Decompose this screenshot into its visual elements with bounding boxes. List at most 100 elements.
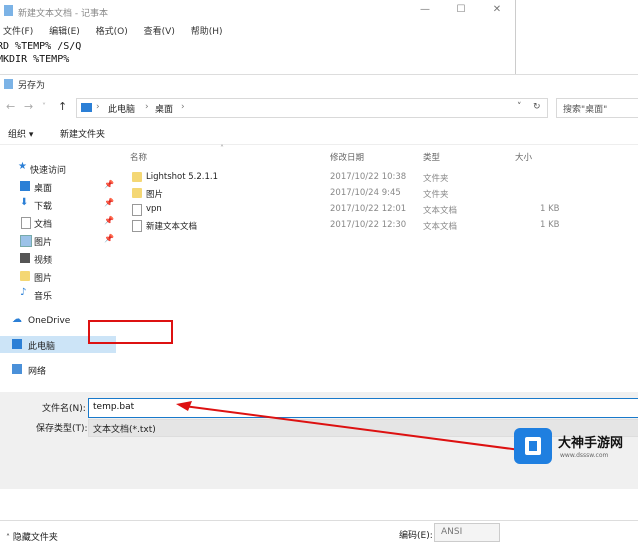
- file-type: 文件夹: [423, 174, 449, 184]
- file-type: 文本文档: [423, 222, 458, 232]
- nav-label: 桌面: [34, 184, 53, 194]
- chevron-down-icon[interactable]: ˅: [42, 102, 46, 111]
- cloud-icon: ☁: [12, 314, 22, 325]
- hide-folders-label: 隐藏文件夹: [12, 533, 58, 543]
- dialog-titlebar: 另存为: [0, 74, 638, 93]
- breadcrumb-desktop[interactable]: 桌面: [155, 102, 173, 115]
- notepad-window: 新建文本文档 - 记事本 — ☐ ✕ 文件(F) 编辑(E) 格式(O) 查看(…: [0, 0, 516, 74]
- chevron-up-icon: ˄: [6, 533, 10, 542]
- back-icon[interactable]: ←: [6, 100, 15, 113]
- nav-downloads[interactable]: ⬇ 下载 📌: [0, 196, 116, 213]
- nav-label: 音乐: [34, 292, 53, 302]
- new-folder-button[interactable]: 新建文件夹: [60, 127, 105, 140]
- encoding-select[interactable]: ANSI: [434, 523, 500, 542]
- desktop-icon: [20, 181, 30, 191]
- breadcrumb-this-pc[interactable]: 此电脑: [108, 102, 135, 115]
- file-date: 2017/10/24 9:45: [330, 188, 401, 198]
- file-size: 1 KB: [540, 204, 560, 214]
- encoding-value: ANSI: [441, 527, 463, 537]
- nav-pictures[interactable]: 图片 📌: [0, 232, 116, 249]
- nav-label: 文档: [34, 220, 53, 230]
- file-type: 文本文档: [423, 206, 458, 216]
- nav-label: 网络: [28, 367, 47, 377]
- file-name: 图片: [146, 190, 164, 200]
- divider: [0, 520, 638, 521]
- nav-documents[interactable]: 文档 📌: [0, 214, 116, 231]
- nav-label: 此电脑: [28, 342, 56, 352]
- notepad-icon: [4, 5, 13, 16]
- forward-icon[interactable]: →: [24, 100, 33, 113]
- filename-value: temp.bat: [93, 402, 135, 412]
- highlight-box: [88, 320, 173, 344]
- column-size[interactable]: 大小: [515, 151, 532, 163]
- search-placeholder: 搜索"桌面": [563, 105, 608, 115]
- pin-icon: 📌: [104, 198, 114, 207]
- address-row: ← → ˅ ↑ › 此电脑 › 桌面 › ˅ ↻ 搜索"桌面": [0, 94, 638, 120]
- file-date: 2017/10/22 12:01: [330, 204, 407, 214]
- up-icon[interactable]: ↑: [58, 100, 67, 113]
- watermark-text: 大神手游网: [558, 436, 624, 451]
- file-row[interactable]: Lightshot 5.2.1.1 2017/10/22 10:38 文件夹: [130, 170, 630, 186]
- watermark-logo: [514, 428, 552, 464]
- video-icon: [20, 253, 30, 263]
- menu-help[interactable]: 帮助(H): [191, 27, 223, 37]
- nav-network[interactable]: 网络: [0, 361, 116, 378]
- hide-folders-button[interactable]: ˄ 隐藏文件夹: [6, 530, 58, 543]
- file-date: 2017/10/22 10:38: [330, 172, 407, 182]
- maximize-icon[interactable]: ☐: [450, 4, 472, 18]
- search-box[interactable]: 搜索"桌面": [556, 98, 638, 118]
- folder-icon: [20, 271, 30, 281]
- document-icon: [132, 220, 142, 232]
- file-list: 名称 ˄ 修改日期 类型 大小 Lightshot 5.2.1.1 2017/1…: [122, 144, 638, 382]
- address-bar[interactable]: › 此电脑 › 桌面 › ˅ ↻: [76, 98, 548, 118]
- nav-videos[interactable]: 视频: [0, 250, 116, 267]
- nav-desktop[interactable]: 桌面 📌: [0, 178, 116, 195]
- refresh-icon[interactable]: ↻: [533, 102, 541, 112]
- minimize-icon[interactable]: —: [414, 4, 436, 18]
- nav-quick-access[interactable]: ★ 快速访问: [0, 160, 116, 177]
- filetype-label: 保存类型(T):: [36, 424, 88, 434]
- pin-icon: 📌: [104, 216, 114, 225]
- menu-edit[interactable]: 编辑(E): [49, 27, 80, 37]
- menu-file[interactable]: 文件(F): [3, 27, 33, 37]
- notepad-title: 新建文本文档 - 记事本: [18, 9, 108, 19]
- notepad-menubar: 文件(F) 编辑(E) 格式(O) 查看(V) 帮助(H): [0, 24, 233, 38]
- file-name: vpn: [146, 204, 162, 214]
- filename-label: 文件名(N):: [42, 404, 86, 414]
- notepad-titlebar: 新建文本文档 - 记事本 — ☐ ✕: [0, 0, 515, 22]
- computer-icon: [12, 339, 22, 349]
- nav-label: 下载: [34, 202, 53, 212]
- dropdown-icon[interactable]: ˅: [517, 102, 522, 112]
- nav-label: OneDrive: [28, 316, 71, 326]
- nav-pictures-folder[interactable]: 图片: [0, 268, 116, 285]
- column-type[interactable]: 类型: [423, 151, 440, 163]
- file-name: Lightshot 5.2.1.1: [146, 172, 219, 182]
- filetype-value: 文本文档(*.txt): [93, 425, 156, 435]
- notepad-icon: [4, 79, 13, 89]
- watermark: 大神手游网 www.dsssw.com: [510, 426, 638, 468]
- arrow-line: [183, 405, 521, 451]
- picture-icon: [20, 235, 32, 247]
- menu-format[interactable]: 格式(O): [96, 27, 128, 37]
- file-row[interactable]: vpn 2017/10/22 12:01 文本文档 1 KB: [130, 202, 630, 218]
- watermark-url: www.dsssw.com: [560, 452, 609, 459]
- nav-label: 图片: [34, 274, 53, 284]
- organize-button[interactable]: 组织 ▾: [8, 127, 33, 140]
- nav-label: 快速访问: [30, 166, 67, 176]
- column-date[interactable]: 修改日期: [330, 151, 364, 163]
- breadcrumb-sep-icon: ›: [96, 102, 100, 112]
- text-line: RD %TEMP% /S/Q: [0, 41, 82, 52]
- star-icon: ★: [18, 161, 27, 172]
- close-icon[interactable]: ✕: [486, 4, 508, 18]
- file-size: 1 KB: [540, 220, 560, 230]
- nav-music[interactable]: ♪ 音乐: [0, 286, 116, 303]
- file-row[interactable]: 新建文本文档 2017/10/22 12:30 文本文档 1 KB: [130, 218, 630, 234]
- download-icon: ⬇: [20, 197, 29, 208]
- notepad-text-area[interactable]: RD %TEMP% /S/Q MKDIR %TEMP%: [0, 40, 81, 66]
- menu-view[interactable]: 查看(V): [144, 27, 175, 37]
- file-row[interactable]: 图片 2017/10/24 9:45 文件夹: [130, 186, 630, 202]
- breadcrumb-sep-icon: ›: [181, 102, 185, 112]
- annotation-arrow: [176, 401, 521, 451]
- column-name[interactable]: 名称: [130, 151, 147, 163]
- divider: [0, 144, 638, 145]
